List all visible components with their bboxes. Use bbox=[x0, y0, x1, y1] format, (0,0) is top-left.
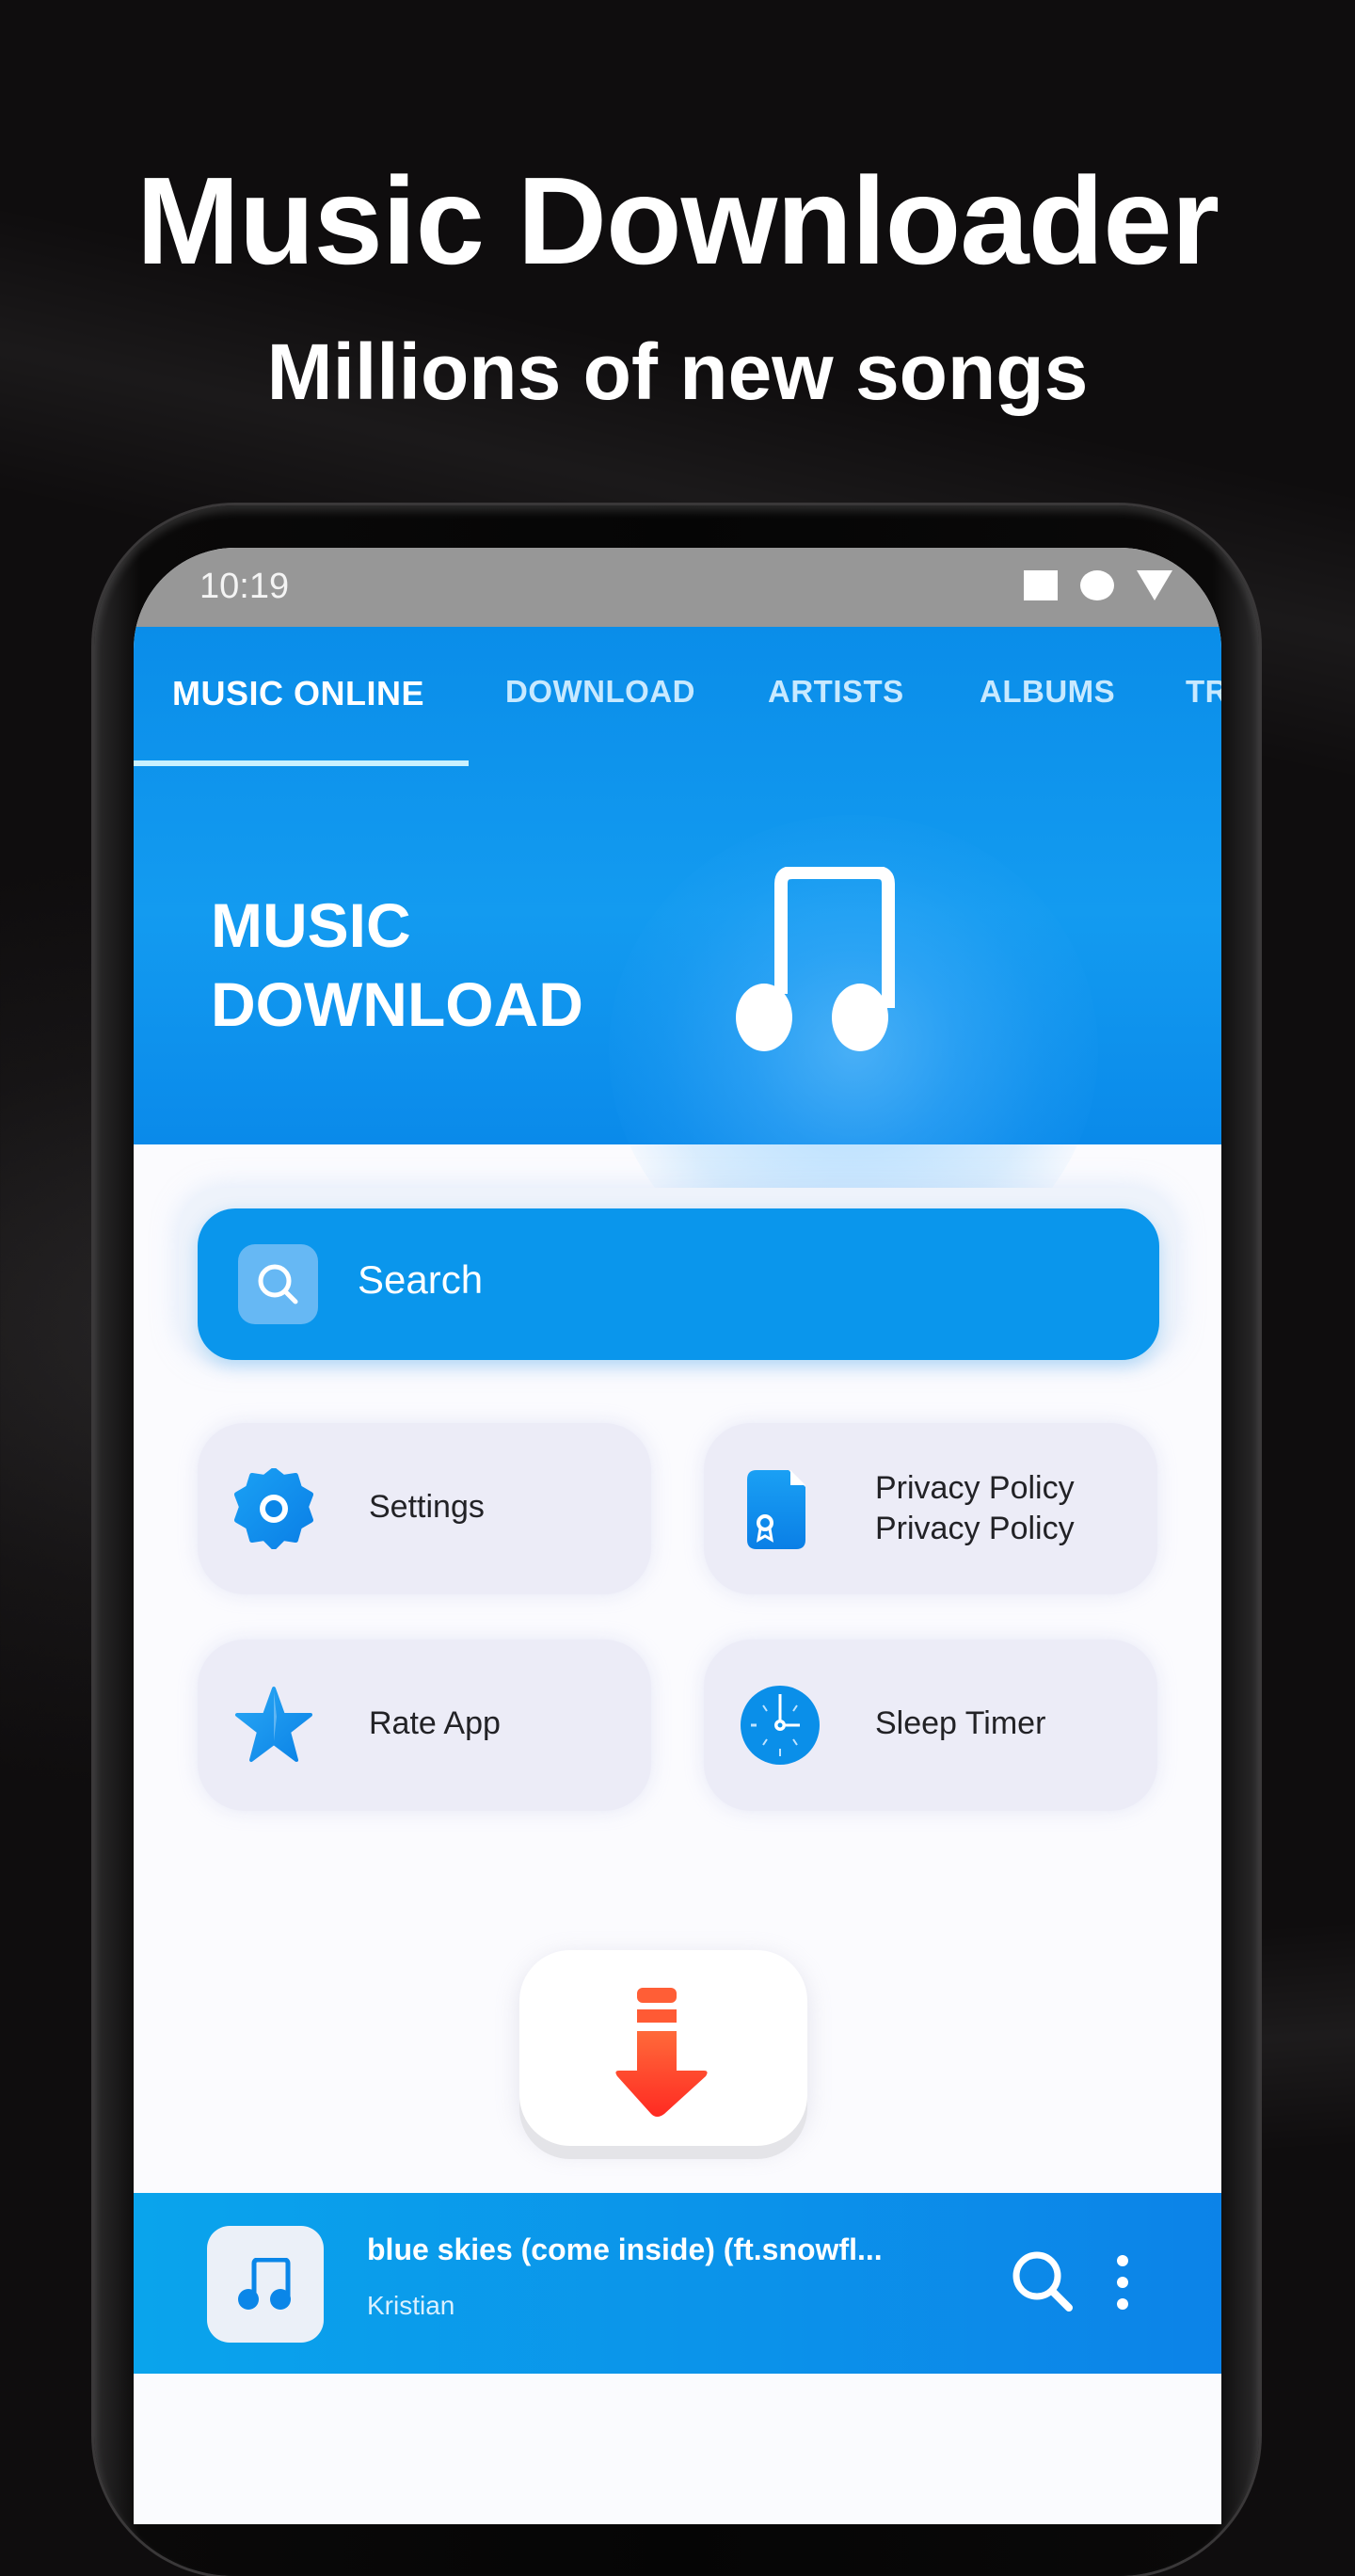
sleep-timer-button[interactable]: Sleep Timer bbox=[704, 1640, 1157, 1811]
rate-app-button[interactable]: Rate App bbox=[198, 1640, 651, 1811]
hero-title: MUSIC DOWNLOAD bbox=[211, 886, 583, 1044]
app-header: MUSIC ONLINE DOWNLOAD ARTISTS ALBUMS TR … bbox=[134, 627, 1221, 1286]
active-tab-indicator bbox=[134, 760, 469, 766]
promo-title: Music Downloader bbox=[136, 152, 1220, 290]
settings-button[interactable]: Settings bbox=[198, 1423, 651, 1594]
tab-music-online[interactable]: MUSIC ONLINE bbox=[172, 674, 424, 713]
tab-tracks[interactable]: TR bbox=[1186, 674, 1221, 710]
tab-albums[interactable]: ALBUMS bbox=[980, 674, 1115, 710]
sleep-timer-label: Sleep Timer bbox=[875, 1705, 1046, 1741]
download-button[interactable] bbox=[519, 1950, 807, 2146]
privacy-policy-line1: Privacy Policy bbox=[875, 1470, 1075, 1506]
gear-icon bbox=[234, 1468, 313, 1549]
tab-bar: MUSIC ONLINE DOWNLOAD ARTISTS ALBUMS TR bbox=[134, 627, 1221, 768]
square-icon bbox=[1024, 570, 1058, 600]
bottom-area bbox=[134, 2374, 1221, 2524]
circle-icon bbox=[1080, 570, 1114, 600]
search-icon bbox=[238, 1244, 318, 1324]
music-note-icon bbox=[238, 2258, 291, 2310]
tab-artists[interactable]: ARTISTS bbox=[768, 674, 904, 710]
hero-title-line1: MUSIC bbox=[211, 890, 411, 960]
privacy-policy-line2: Privacy Policy bbox=[875, 1511, 1075, 1546]
status-bar: 10:19 bbox=[134, 548, 1221, 627]
clock-icon bbox=[741, 1686, 820, 1765]
album-art bbox=[207, 2226, 324, 2343]
promo-subtitle: Millions of new songs bbox=[266, 328, 1089, 416]
search-icon[interactable] bbox=[1009, 2248, 1076, 2315]
triangle-icon bbox=[1137, 570, 1172, 600]
settings-label: Settings bbox=[369, 1489, 485, 1525]
download-arrow-icon bbox=[615, 1988, 708, 2117]
tab-download[interactable]: DOWNLOAD bbox=[505, 674, 695, 710]
hero-title-line2: DOWNLOAD bbox=[211, 969, 583, 1039]
document-badge-icon bbox=[747, 1470, 805, 1549]
star-icon bbox=[235, 1687, 312, 1762]
rate-app-label: Rate App bbox=[369, 1705, 501, 1741]
mini-player[interactable]: blue skies (come inside) (ft.snowfl... K… bbox=[134, 2193, 1221, 2374]
search-placeholder: Search bbox=[358, 1257, 484, 1302]
more-vertical-icon[interactable] bbox=[1112, 2251, 1133, 2313]
phone-screen: 10:19 MUSIC ONLINE DOWNLOAD ARTISTS ALBU… bbox=[134, 548, 1221, 2524]
music-note-icon bbox=[736, 867, 895, 1051]
status-time: 10:19 bbox=[199, 567, 290, 606]
status-icons bbox=[1024, 570, 1172, 600]
search-bar[interactable]: Search bbox=[198, 1208, 1159, 1360]
privacy-policy-label: Privacy Policy Privacy Policy bbox=[875, 1468, 1075, 1549]
privacy-policy-button[interactable]: Privacy Policy Privacy Policy bbox=[704, 1423, 1157, 1594]
now-playing-artist: Kristian bbox=[367, 2291, 455, 2320]
now-playing-title: blue skies (come inside) (ft.snowfl... bbox=[367, 2232, 883, 2266]
